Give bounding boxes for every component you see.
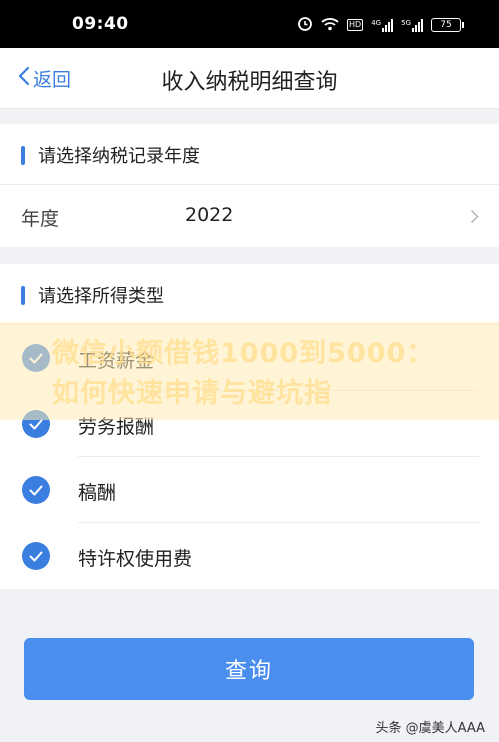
section-accent-bar [21, 286, 25, 305]
income-option-label: 特许权使用费 [78, 548, 193, 570]
year-section: 请选择纳税记录年度 年度 2022 [0, 124, 499, 247]
income-section-title: 请选择所得类型 [38, 286, 164, 307]
alarm-icon [297, 15, 313, 35]
year-selector[interactable]: 年度 2022 [0, 185, 499, 247]
income-option-salary[interactable]: 工资薪金 [0, 325, 499, 391]
query-button[interactable]: 查询 [24, 638, 474, 700]
source-watermark: 头条 @虞美人AAA [375, 721, 485, 736]
income-option-label: 稿酬 [78, 482, 117, 504]
checkbox-checked-icon[interactable] [22, 476, 50, 504]
checkbox-checked-icon[interactable] [22, 344, 50, 372]
income-option-franchise[interactable]: 特许权使用费 [0, 523, 499, 589]
year-section-header: 请选择纳税记录年度 [0, 124, 499, 185]
income-section-header: 请选择所得类型 [0, 264, 499, 325]
chevron-right-icon [470, 209, 479, 228]
page-title: 收入纳税明细查询 [161, 70, 338, 95]
checkbox-checked-icon[interactable] [22, 542, 50, 570]
year-value: 2022 [185, 204, 234, 226]
signal-4g-icon: 4G [371, 18, 394, 32]
checkbox-checked-icon[interactable] [22, 410, 50, 438]
income-option-label: 工资薪金 [78, 350, 155, 372]
income-option-label: 劳务报酬 [78, 416, 155, 438]
year-section-title: 请选择纳税记录年度 [38, 146, 200, 167]
status-icons: HD 4G 5G 75 [297, 15, 464, 35]
income-option-labor[interactable]: 劳务报酬 [0, 391, 499, 457]
net-label-1: 4G [371, 18, 382, 27]
section-accent-bar [21, 146, 25, 165]
net-label-2: 5G [401, 18, 411, 27]
status-bar: 09:40 HD 4G 5G 75 [0, 0, 499, 48]
nav-bar: 返回 收入纳税明细查询 [0, 48, 499, 109]
income-option-royalty[interactable]: 稿酬 [0, 457, 499, 523]
hd-icon: HD [347, 19, 364, 31]
signal-5g-icon: 5G [401, 18, 423, 32]
income-type-section: 请选择所得类型 工资薪金 劳务报酬 稿酬 特许权使用费 [0, 264, 499, 589]
battery-icon: 75 [431, 18, 464, 32]
year-label: 年度 [21, 208, 60, 230]
wifi-icon [321, 16, 339, 35]
status-time: 09:40 [72, 14, 129, 34]
